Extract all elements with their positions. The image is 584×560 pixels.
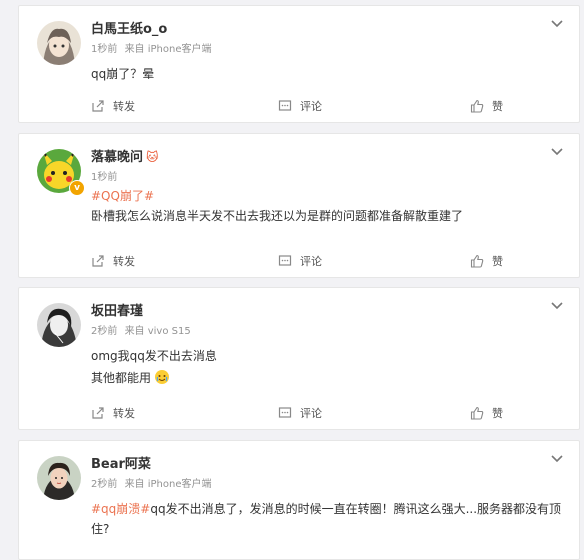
comment-button[interactable]: 评论 [278,405,322,421]
repost-icon [92,100,104,112]
comment-meta: 2秒前 来自 vivo S15 [91,322,191,337]
like-button[interactable]: 赞 [470,98,503,114]
comment-label: 评论 [300,407,322,420]
comment-card: 坂田春瑾 2秒前 来自 vivo S15 omg我qq发不出去消息 其他都能用 … [18,287,580,430]
comment-text: qq崩了？晕 [91,67,155,81]
user-name[interactable]: Bear阿菜 [91,453,151,472]
verified-badge: v [69,180,85,196]
comment-label: 评论 [300,255,322,268]
user-name[interactable]: 落慕晚问 🐱 [91,146,159,165]
crying-laugh-emoji [155,370,170,384]
chevron-down-icon[interactable] [549,453,565,465]
action-bar: 转发 评论 赞 [19,245,579,277]
repost-label: 转发 [113,255,135,268]
repost-label: 转发 [113,407,135,420]
topic-link[interactable]: #qq崩溃# [91,502,150,516]
avatar[interactable] [37,303,81,347]
source: 来自 vivo S15 [124,326,191,337]
action-bar: 转发 评论 赞 [19,90,579,122]
cat-emoji: 🐱 [146,150,159,164]
comment-icon [278,255,292,266]
user-name[interactable]: 坂田春瑾 [91,300,143,319]
comment-text: 卧槽我怎么说消息半天发不出去我还以为是群的问题都准备解散重建了 [91,209,464,223]
like-label: 赞 [492,255,503,268]
repost-icon [92,255,104,267]
comment-meta: 1秒前 [91,168,117,183]
thumbs-up-icon [470,254,484,268]
thumbs-up-icon [470,406,484,420]
repost-label: 转发 [113,100,135,113]
source: 来自 iPhone客户端 [124,44,212,55]
like-label: 赞 [492,100,503,113]
timestamp: 1秒前 [91,44,118,55]
timestamp: 1秒前 [91,172,118,183]
avatar[interactable] [37,456,81,500]
chevron-down-icon[interactable] [549,300,565,312]
chevron-down-icon[interactable] [549,18,565,30]
repost-icon [92,407,104,419]
comment-button[interactable]: 评论 [278,98,322,114]
like-button[interactable]: 赞 [470,253,503,269]
like-button[interactable]: 赞 [470,405,503,421]
comment-meta: 2秒前 来自 iPhone客户端 [91,475,212,490]
thumbs-up-icon [470,99,484,113]
like-label: 赞 [492,407,503,420]
repost-button[interactable]: 转发 [91,253,135,269]
timestamp: 2秒前 [91,326,118,337]
comment-meta: 1秒前 来自 iPhone客户端 [91,40,212,55]
repost-button[interactable]: 转发 [91,98,135,114]
repost-button[interactable]: 转发 [91,405,135,421]
comment-icon [278,100,292,111]
topic-link[interactable]: #QQ崩了# [91,189,154,203]
user-name[interactable]: 白馬王纸o_o [91,18,167,37]
source: 来自 iPhone客户端 [124,479,212,490]
comment-text: #qq崩溃#qq发不出消息了，发消息的时候一直在转圈！腾讯这么强大...服务器都… [91,502,562,536]
avatar[interactable] [37,21,81,65]
comment-button[interactable]: 评论 [278,253,322,269]
action-bar: 转发 评论 赞 [19,397,579,429]
comment-text: omg我qq发不出去消息 [91,349,217,363]
timestamp: 2秒前 [91,479,118,490]
chevron-down-icon[interactable] [549,146,565,158]
comment-card: v 落慕晚问 🐱 1秒前 #QQ崩了# 卧槽我怎么说消息半天发不出去我还以为是群的… [18,133,580,278]
comment-text-line2: 其他都能用 [91,368,561,388]
comment-label: 评论 [300,100,322,113]
comment-icon [278,407,292,418]
comment-topic-line: #QQ崩了# [91,186,561,206]
comment-card: 白馬王纸o_o 1秒前 来自 iPhone客户端 qq崩了？晕 转发 评论 赞 [18,5,580,123]
comment-card: Bear阿菜 2秒前 来自 iPhone客户端 #qq崩溃#qq发不出消息了，发… [18,440,580,560]
